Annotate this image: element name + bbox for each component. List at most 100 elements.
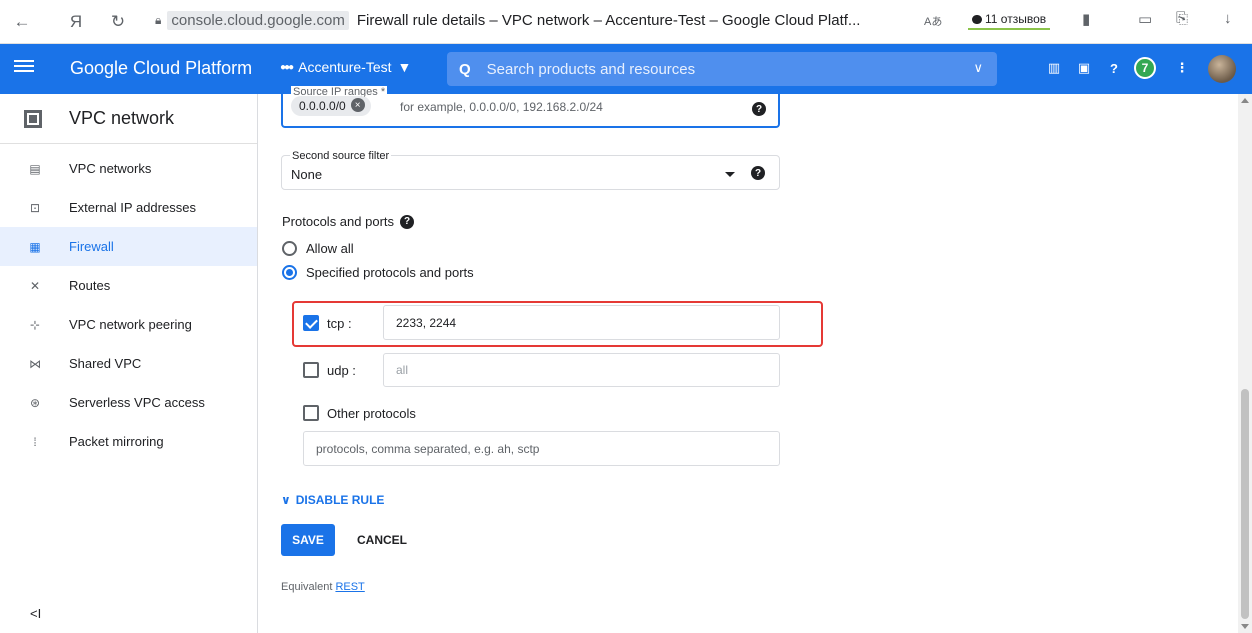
vpc-network-icon [22,108,44,130]
dropdown-arrow-icon [725,172,735,177]
shared-vpc-icon: ⋈ [29,356,41,371]
equivalent-rest: Equivalent REST [281,581,365,593]
sidebar-item-label: VPC networks [69,161,152,176]
disable-rule-toggle[interactable]: ∨ DISABLE RULE [281,493,384,507]
sidebar-item-firewall[interactable]: ▦ Firewall [0,227,257,266]
ip-chip: 0.0.0.0/0 × [291,96,371,116]
source-ip-ranges-field[interactable]: Source IP ranges * 0.0.0.0/0 × for examp… [281,86,780,128]
project-selector[interactable]: ●●● Accenture-Test ▼ [280,59,411,75]
chevron-down-icon[interactable]: ∨ [973,60,983,76]
packet-mirroring-icon: ⁞ [33,434,37,449]
radio-specified-label: Specified protocols and ports [306,265,474,280]
other-protocols-checkbox[interactable] [303,405,319,421]
udp-row: udp : [303,362,356,378]
routes-icon: ✕ [29,278,41,293]
radio-specified[interactable]: Specified protocols and ports [282,265,474,280]
help-icon[interactable]: ? [752,102,766,116]
gift-icon[interactable]: ▥ [1044,58,1064,78]
sidebar-item-packet-mirroring[interactable]: ⁞ Packet mirroring [0,422,257,461]
sidebar-item-label: Serverless VPC access [69,395,205,410]
sidebar-item-label: External IP addresses [69,200,196,215]
sidebar-item-external-ip[interactable]: ⊡ External IP addresses [0,188,257,227]
page-title: Firewall rule details – VPC network – Ac… [356,12,861,29]
lock-icon: 🔒︎ [155,13,162,27]
source-ip-placeholder: for example, 0.0.0.0/0, 192.168.2.0/24 [400,100,603,114]
notifications-badge[interactable]: 7 [1134,57,1156,79]
scroll-thumb[interactable] [1241,389,1249,619]
help-icon[interactable]: ? [400,214,415,229]
radio-allow-all-label: Allow all [306,241,354,256]
sidebar-item-vpc-peering[interactable]: ⊹ VPC network peering [0,305,257,344]
tcp-label: tcp : [327,315,352,331]
other-protocols-input[interactable]: protocols, comma separated, e.g. ah, sct… [303,431,780,466]
avatar[interactable] [1208,55,1236,83]
collapse-sidebar-icon[interactable]: <I [30,606,41,621]
project-dots-icon: ●●● [280,61,294,73]
translate-icon[interactable]: Aあ [924,13,942,29]
dropdown-arrow-icon: ▼ [397,59,412,75]
peering-icon: ⊹ [29,317,41,332]
radio-circle[interactable] [282,241,297,256]
disable-rule-label: DISABLE RULE [295,493,385,507]
app-title[interactable]: Google Cloud Platform [70,58,252,79]
ip-chip-label: 0.0.0.0/0 [299,99,346,113]
back-icon[interactable]: ← [8,8,36,36]
udp-ports-input[interactable]: all [383,353,780,387]
yandex-icon[interactable]: Я [62,8,90,36]
tcp-ports-input[interactable]: 2233, 2244 [383,305,780,340]
protocols-title-label: Protocols and ports [282,214,395,229]
radio-circle[interactable] [282,265,297,280]
sidebar: VPC network ▤ VPC networks ⊡ External IP… [0,94,258,633]
remove-chip-icon[interactable]: × [350,98,365,112]
gcp-header: Google Cloud Platform ●●● Accenture-Test… [0,44,1252,94]
share-icon[interactable]: ⎘ [1176,10,1188,27]
sidebar-item-vpc-networks[interactable]: ▤ VPC networks [0,149,257,188]
firewall-icon: ▦ [29,239,41,254]
reload-icon[interactable]: ↻ [104,8,132,36]
tcp-checkbox[interactable] [303,315,319,331]
more-vert-icon[interactable]: ⋮ [1172,58,1192,78]
scroll-down-icon[interactable] [1241,624,1249,629]
search-icon: Q [459,60,471,78]
other-protocols-label: Other protocols [327,405,416,421]
search-bar[interactable]: Q Search products and resources ∨ [447,52,997,86]
reviews-badge[interactable]: 11 отзывов [968,10,1051,30]
sidebar-item-shared-vpc[interactable]: ⋈ Shared VPC [0,344,257,383]
other-protocols-row: Other protocols [303,405,416,421]
battery-icon[interactable]: ▭ [1138,10,1152,28]
vpc-networks-icon: ▤ [29,161,41,176]
serverless-icon: ⊛ [29,395,41,410]
chevron-down-icon: ∨ [281,493,291,507]
download-icon[interactable]: ↓ [1224,10,1232,27]
cloud-shell-icon[interactable]: ▣ [1074,58,1094,78]
sidebar-item-label: Packet mirroring [69,434,164,449]
radio-allow-all[interactable]: Allow all [282,241,354,256]
search-placeholder: Search products and resources [486,60,696,78]
save-button[interactable]: SAVE [281,524,335,556]
url-domain: console.cloud.google.com [167,11,349,30]
sidebar-item-routes[interactable]: ✕ Routes [0,266,257,305]
address-bar[interactable]: 🔒︎ console.cloud.google.com Firewall rul… [155,11,860,30]
udp-checkbox[interactable] [303,362,319,378]
rest-link[interactable]: REST [335,581,364,593]
browser-toolbar: ← Я ↻ 🔒︎ console.cloud.google.com Firewa… [0,0,1252,44]
help-icon[interactable]: ? [1104,58,1124,78]
project-name: Accenture-Test [298,59,392,75]
sidebar-item-label: Firewall [69,239,114,254]
reviews-label: 11 отзывов [985,12,1047,26]
second-source-filter-select[interactable]: Second source filter None ? [281,150,780,190]
cancel-button[interactable]: CANCEL [350,524,414,556]
protocols-title: Protocols and ports ? [282,214,415,229]
sidebar-item-label: Shared VPC [69,356,142,371]
bookmark-icon[interactable]: ▮ [1082,10,1090,28]
help-icon[interactable]: ? [751,166,765,180]
udp-label: udp : [327,362,356,378]
scrollbar[interactable] [1238,94,1252,633]
scroll-up-icon[interactable] [1241,98,1249,103]
sidebar-item-label: Routes [69,278,111,293]
sidebar-item-serverless-vpc[interactable]: ⊛ Serverless VPC access [0,383,257,422]
second-source-value: None [291,167,323,182]
sidebar-item-label: VPC network peering [69,317,192,332]
tcp-row: tcp : [303,315,352,331]
hamburger-menu-icon[interactable] [14,57,34,77]
